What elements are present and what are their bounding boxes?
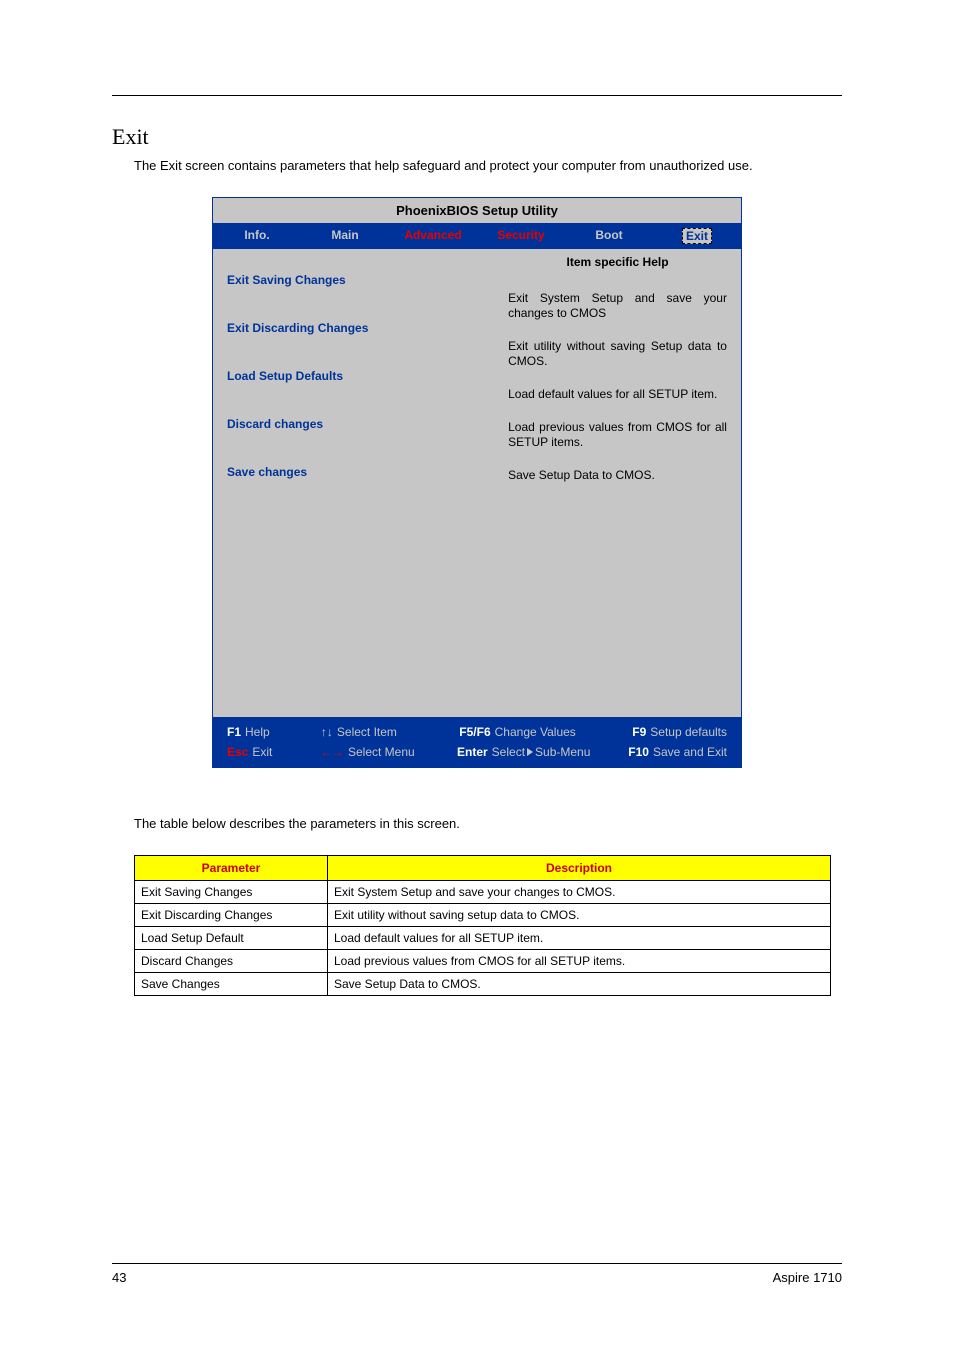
page-number: 43: [112, 1270, 126, 1285]
footer-setup-defaults: F9 Setup defaults: [632, 725, 727, 739]
table-row: Save ChangesSave Setup Data to CMOS.: [135, 973, 831, 996]
footer-select-submenu: Enter Select Sub-Menu: [457, 745, 628, 759]
footer-help: F1 Help: [227, 725, 321, 739]
bios-items-pane: Exit Saving Changes Exit Discarding Chan…: [213, 249, 498, 717]
bios-body: Exit Saving Changes Exit Discarding Chan…: [213, 249, 741, 717]
enter-key-label: Enter: [457, 745, 488, 759]
bios-tab-advanced[interactable]: Advanced: [389, 223, 477, 249]
submenu-label: Sub-Menu: [535, 745, 590, 759]
product-name: Aspire 1710: [773, 1270, 842, 1285]
esc-key-label: Esc: [227, 745, 248, 759]
cell-param: Save Changes: [135, 973, 328, 996]
bios-footer-row-1: F1Help ↑↓Select Item F5/F6Change Values …: [227, 725, 727, 739]
bios-help-0: Exit System Setup and save your changes …: [508, 291, 727, 321]
help-label: Help: [245, 725, 270, 739]
bios-help-title: Item specific Help: [508, 255, 727, 269]
cell-param: Discard Changes: [135, 950, 328, 973]
f10-key-label: F10: [628, 745, 649, 759]
cell-param: Exit Discarding Changes: [135, 904, 328, 927]
bios-help-3: Load previous values from CMOS for all S…: [508, 420, 727, 450]
footer-change-values: F5/F6 Change Values: [459, 725, 632, 739]
bios-tab-info[interactable]: Info.: [213, 223, 301, 249]
cell-param: Load Setup Default: [135, 927, 328, 950]
top-rule: [112, 95, 842, 96]
bios-tab-boot[interactable]: Boot: [565, 223, 653, 249]
cell-desc: Load previous values from CMOS for all S…: [328, 950, 831, 973]
bios-tab-bar: Info. Main Advanced Security Boot Exit: [213, 223, 741, 249]
bios-screenshot: PhoenixBIOS Setup Utility Info. Main Adv…: [212, 197, 742, 768]
table-row: Discard ChangesLoad previous values from…: [135, 950, 831, 973]
parameter-table: Parameter Description Exit Saving Change…: [134, 855, 831, 996]
bios-tab-exit[interactable]: Exit: [653, 223, 741, 249]
leftright-arrow-icon: ←→: [320, 745, 344, 759]
footer-select-menu: ←→ Select Menu: [320, 745, 457, 759]
setup-defaults-label: Setup defaults: [650, 725, 727, 739]
cell-desc: Exit utility without saving setup data t…: [328, 904, 831, 927]
footer-rule: [112, 1263, 842, 1264]
intro-text: The Exit screen contains parameters that…: [134, 158, 842, 173]
bios-item-exit-discarding[interactable]: Exit Discarding Changes: [227, 321, 484, 335]
document-page: Exit The Exit screen contains parameters…: [0, 0, 954, 1351]
bios-title: PhoenixBIOS Setup Utility: [213, 198, 741, 223]
page-footer: 43 Aspire 1710: [112, 1263, 842, 1285]
cell-desc: Exit System Setup and save your changes …: [328, 881, 831, 904]
triangle-right-icon: [527, 748, 533, 756]
th-parameter: Parameter: [135, 856, 328, 881]
bios-footer: F1Help ↑↓Select Item F5/F6Change Values …: [213, 717, 741, 767]
section-title: Exit: [112, 124, 842, 150]
bios-tab-main[interactable]: Main: [301, 223, 389, 249]
bios-item-save-changes[interactable]: Save changes: [227, 465, 484, 479]
bios-tab-security[interactable]: Security: [477, 223, 565, 249]
table-caption: The table below describes the parameters…: [134, 816, 842, 831]
cell-param: Exit Saving Changes: [135, 881, 328, 904]
save-and-exit-label: Save and Exit: [653, 745, 727, 759]
bios-footer-row-2: Esc Exit ←→ Select Menu Enter Select Sub-Men…: [227, 745, 727, 759]
updown-arrow-icon: ↑↓: [321, 725, 333, 739]
select-label: Select: [492, 745, 525, 759]
table-header-row: Parameter Description: [135, 856, 831, 881]
bios-help-2: Load default values for all SETUP item.: [508, 387, 727, 402]
table-row: Load Setup DefaultLoad default values fo…: [135, 927, 831, 950]
footer-row: 43 Aspire 1710: [112, 1270, 842, 1285]
bios-help-1: Exit utility without saving Setup data t…: [508, 339, 727, 369]
select-item-label: Select Item: [337, 725, 397, 739]
bios-help-pane: Item specific Help Exit System Setup and…: [498, 249, 741, 717]
table-row: Exit Saving ChangesExit System Setup and…: [135, 881, 831, 904]
footer-save-and-exit: F10 Save and Exit: [628, 745, 727, 759]
bios-item-load-defaults[interactable]: Load Setup Defaults: [227, 369, 484, 383]
bios-item-discard-changes[interactable]: Discard changes: [227, 417, 484, 431]
bios-help-4: Save Setup Data to CMOS.: [508, 468, 727, 483]
change-values-label: Change Values: [495, 725, 576, 739]
th-description: Description: [328, 856, 831, 881]
bios-item-exit-saving[interactable]: Exit Saving Changes: [227, 273, 484, 287]
bios-tab-exit-label: Exit: [682, 228, 712, 244]
footer-exit: Esc Exit: [227, 745, 320, 759]
f5f6-key-label: F5/F6: [459, 725, 490, 739]
footer-select-item: ↑↓ Select Item: [321, 725, 459, 739]
exit-label: Exit: [252, 745, 272, 759]
table-row: Exit Discarding ChangesExit utility with…: [135, 904, 831, 927]
cell-desc: Load default values for all SETUP item.: [328, 927, 831, 950]
f9-key-label: F9: [632, 725, 646, 739]
cell-desc: Save Setup Data to CMOS.: [328, 973, 831, 996]
select-menu-label: Select Menu: [348, 745, 415, 759]
f1-key-label: F1: [227, 725, 241, 739]
